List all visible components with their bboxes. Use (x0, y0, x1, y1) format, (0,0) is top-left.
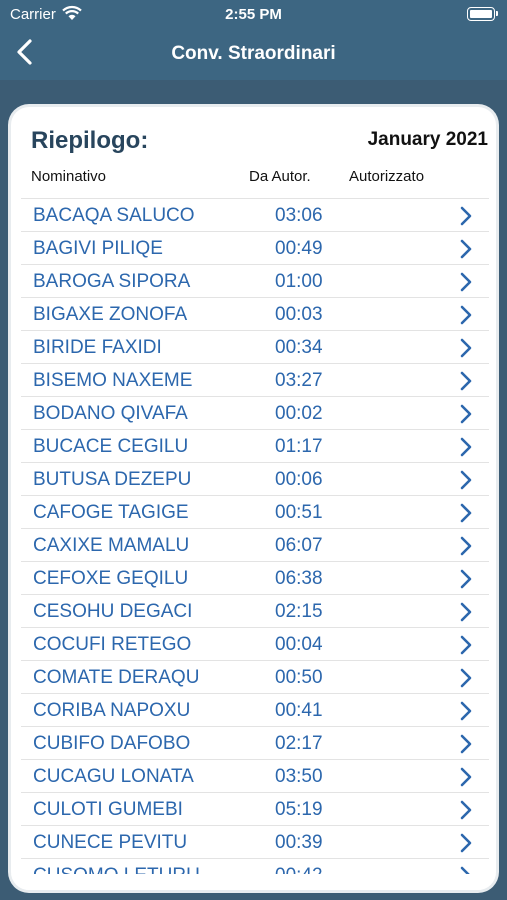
list-item[interactable]: COMATE DERAQU 00:50 (21, 660, 489, 693)
card-bottom (11, 874, 496, 890)
chevron-right-icon (460, 767, 472, 787)
chevron-right-icon (460, 206, 472, 226)
hours-to-authorize: 00:49 (275, 238, 323, 259)
list-item[interactable]: BODANO QIVAFA 00:02 (21, 396, 489, 429)
status-bar: Carrier 2:55 PM (0, 0, 507, 30)
employee-name: BAROGA SIPORA (33, 271, 191, 292)
chevron-right-icon (460, 701, 472, 721)
hours-to-authorize: 01:17 (275, 436, 323, 457)
hours-to-authorize: 00:06 (275, 469, 323, 490)
hours-to-authorize: 02:15 (275, 601, 323, 622)
list-item[interactable]: CULOTI GUMEBI 05:19 (21, 792, 489, 825)
chevron-right-icon (460, 503, 472, 523)
hours-to-authorize: 06:38 (275, 568, 323, 589)
list-item[interactable]: CESOHU DEGACI 02:15 (21, 594, 489, 627)
list-item[interactable]: BUTUSA DEZEPU 00:06 (21, 462, 489, 495)
employee-name: BACAQA SALUCO (33, 205, 195, 226)
list-item[interactable]: CAFOGE TAGIGE 00:51 (21, 495, 489, 528)
chevron-right-icon (460, 602, 472, 622)
list-item[interactable]: BUCACE CEGILU 01:17 (21, 429, 489, 462)
employee-name: BIRIDE FAXIDI (33, 337, 162, 358)
chevron-right-icon (460, 536, 472, 556)
chevron-right-icon (460, 338, 472, 358)
battery-icon (467, 7, 498, 21)
hours-to-authorize: 03:50 (275, 766, 323, 787)
summary-title: Riepilogo: (31, 127, 149, 154)
column-header-name: Nominativo (31, 168, 107, 185)
employee-name: BODANO QIVAFA (33, 403, 188, 424)
employee-name: COCUFI RETEGO (33, 634, 192, 655)
employee-name: CUBIFO DAFOBO (33, 733, 191, 754)
hours-to-authorize: 00:39 (275, 832, 323, 853)
chevron-right-icon (460, 239, 472, 259)
list-item[interactable]: BISEMO NAXEME 03:27 (21, 363, 489, 396)
employee-name: BUTUSA DEZEPU (33, 469, 192, 490)
list-item[interactable]: CUNECE PEVITU 00:39 (21, 825, 489, 858)
column-header-to-authorize: Da Autor. (249, 168, 311, 185)
chevron-right-icon (460, 668, 472, 688)
month-label: January 2021 (367, 129, 488, 150)
employee-name: CESOHU DEGACI (33, 601, 193, 622)
summary-card: Riepilogo: January 2021 Nominativo Da Au… (11, 107, 496, 890)
list-item[interactable]: BIRIDE FAXIDI 00:34 (21, 330, 489, 363)
hours-to-authorize: 02:17 (275, 733, 323, 754)
employee-name: BAGIVI PILIQE (33, 238, 163, 259)
list-item[interactable]: CORIBA NAPOXU 00:41 (21, 693, 489, 726)
list-item[interactable]: CEFOXE GEQILU 06:38 (21, 561, 489, 594)
list-item[interactable]: BAROGA SIPORA 01:00 (21, 264, 489, 297)
chevron-right-icon (460, 800, 472, 820)
chevron-right-icon (460, 305, 472, 325)
employee-name: CUCAGU LONATA (33, 766, 194, 787)
hours-to-authorize: 00:04 (275, 634, 323, 655)
employee-name: CAFOGE TAGIGE (33, 502, 189, 523)
employee-name: CEFOXE GEQILU (33, 568, 189, 589)
hours-to-authorize: 06:07 (275, 535, 323, 556)
clock: 2:55 PM (225, 6, 282, 23)
chevron-right-icon (460, 734, 472, 754)
hours-to-authorize: 03:27 (275, 370, 323, 391)
list-item[interactable]: BACAQA SALUCO 03:06 (21, 198, 489, 231)
column-header-authorized: Autorizzato (349, 168, 425, 185)
employee-name: COMATE DERAQU (33, 667, 200, 688)
hours-to-authorize: 00:50 (275, 667, 323, 688)
employee-name: BISEMO NAXEME (33, 370, 193, 391)
list-item[interactable]: CAXIXE MAMALU 06:07 (21, 528, 489, 561)
chevron-right-icon (460, 470, 472, 490)
chevron-right-icon (460, 437, 472, 457)
list-item[interactable]: COCUFI RETEGO 00:04 (21, 627, 489, 660)
employee-name: CULOTI GUMEBI (33, 799, 183, 820)
page-title: Conv. Straordinari (171, 43, 336, 64)
list-item[interactable]: CUCAGU LONATA 03:50 (21, 759, 489, 792)
hours-to-authorize: 00:51 (275, 502, 323, 523)
chevron-right-icon (460, 635, 472, 655)
hours-to-authorize: 01:00 (275, 271, 323, 292)
employee-name: BUCACE CEGILU (33, 436, 189, 457)
list-item[interactable]: BAGIVI PILIQE 00:49 (21, 231, 489, 264)
employee-list: BACAQA SALUCO 03:06 BAGIVI PILIQE 00:49 BARO… (21, 198, 489, 890)
hours-to-authorize: 05:19 (275, 799, 323, 820)
employee-name: BIGAXE ZONOFA (33, 304, 188, 325)
hours-to-authorize: 03:06 (275, 205, 323, 226)
hours-to-authorize: 00:02 (275, 403, 323, 424)
hours-to-authorize: 00:41 (275, 700, 323, 721)
chevron-right-icon (460, 272, 472, 292)
hours-to-authorize: 00:03 (275, 304, 323, 325)
chevron-right-icon (460, 371, 472, 391)
employee-name: CAXIXE MAMALU (33, 535, 190, 556)
chevron-right-icon (460, 404, 472, 424)
chevron-right-icon (460, 833, 472, 853)
hours-to-authorize: 00:34 (275, 337, 323, 358)
header-bar: Carrier 2:55 PM Conv. Straordinari (0, 0, 507, 80)
chevron-right-icon (460, 569, 472, 589)
employee-name: CUNECE PEVITU (33, 832, 188, 853)
list-item[interactable]: BIGAXE ZONOFA 00:03 (21, 297, 489, 330)
employee-name: CORIBA NAPOXU (33, 700, 191, 721)
list-item[interactable]: CUBIFO DAFOBO 02:17 (21, 726, 489, 759)
